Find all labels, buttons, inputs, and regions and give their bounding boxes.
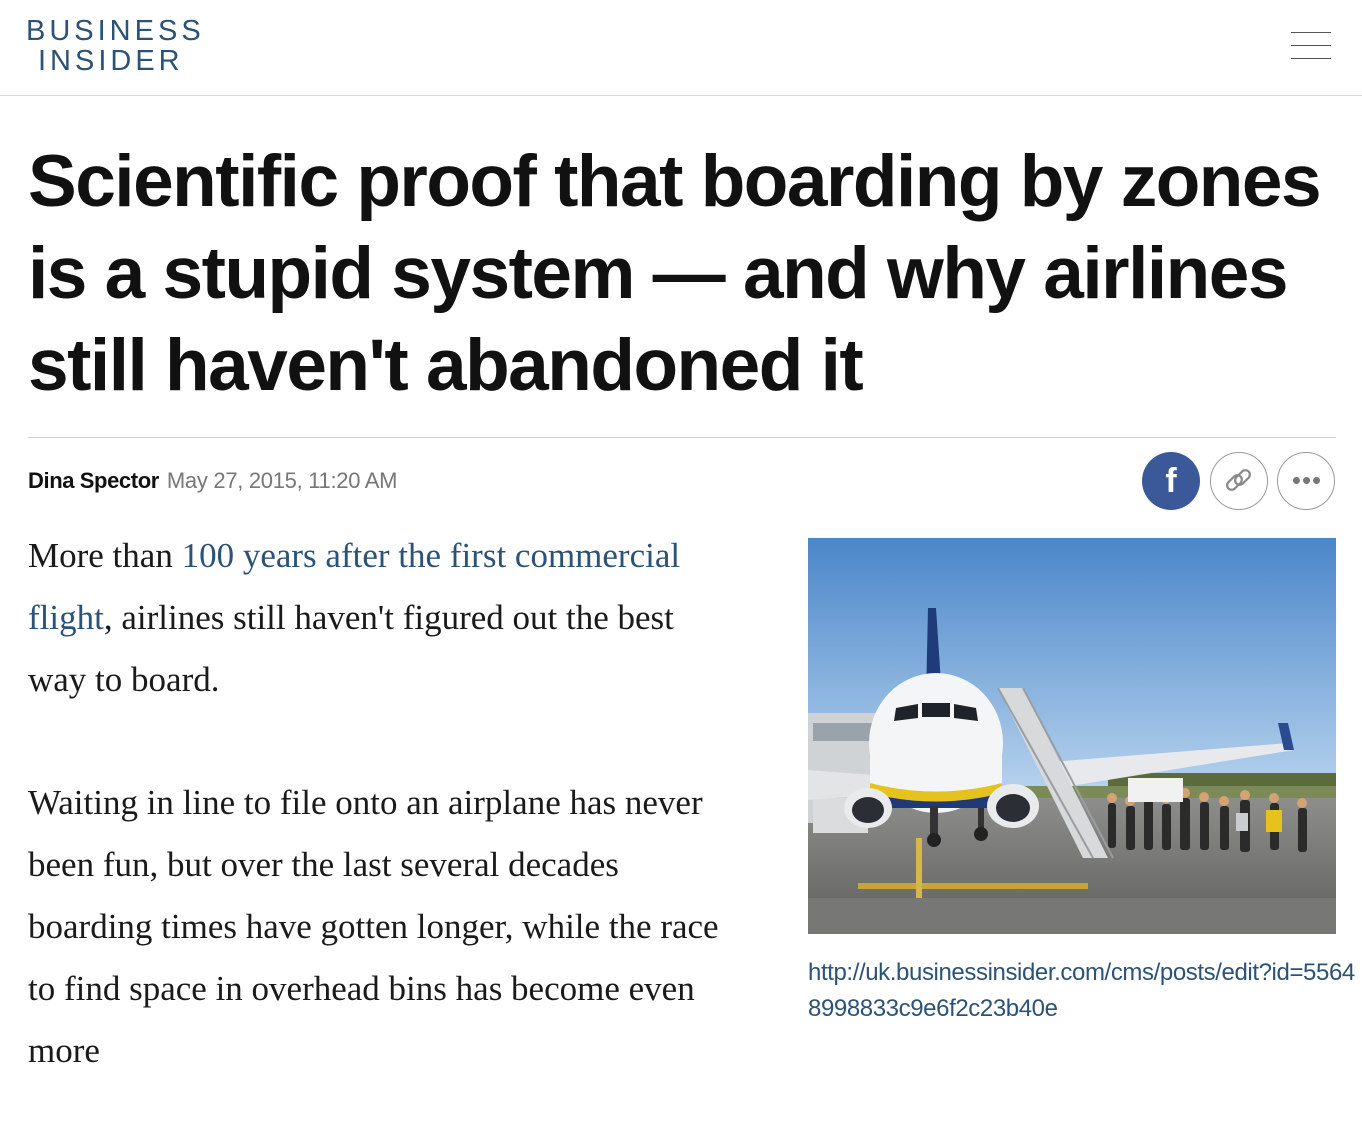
more-options-button[interactable]: •••	[1277, 452, 1335, 510]
facebook-share-button[interactable]: f	[1142, 452, 1200, 510]
paragraph-1-lead: More than	[28, 536, 182, 575]
paragraph-1-tail: , airlines still haven't figured out the…	[28, 598, 674, 699]
paragraph-2: Waiting in line to file onto an airplane…	[28, 783, 719, 1070]
hamburger-menu-icon[interactable]	[1291, 32, 1333, 62]
logo-line-1: BUSINESS	[26, 15, 205, 47]
airplane-boarding-photo[interactable]	[808, 538, 1336, 934]
photo-illustration	[808, 538, 1336, 934]
article-headline: Scientific proof that boarding by zones …	[28, 141, 1322, 406]
business-insider-logo[interactable]: BUSINESS INSIDER	[26, 16, 205, 76]
logo-line-2: INSIDER	[38, 45, 184, 77]
publish-date: May 27, 2015, 11:20 AM	[166, 468, 398, 493]
copy-link-button[interactable]	[1210, 452, 1268, 510]
paragraph-1: More than 100 years after the first comm…	[28, 525, 728, 711]
more-dots-icon: •••	[1291, 465, 1323, 495]
image-caption-link[interactable]: http://uk.businessinsider.com/cms/posts/…	[808, 955, 1358, 1027]
author-name[interactable]: Dina Spector	[28, 468, 159, 493]
article-body: More than 100 years after the first comm…	[28, 525, 728, 1143]
facebook-icon: f	[1165, 462, 1177, 500]
link-icon	[1226, 469, 1251, 491]
site-header: BUSINESS INSIDER	[0, 0, 1362, 96]
byline: Dina Spector May 27, 2015, 11:20 AM	[28, 466, 397, 496]
headline-divider	[28, 437, 1336, 438]
